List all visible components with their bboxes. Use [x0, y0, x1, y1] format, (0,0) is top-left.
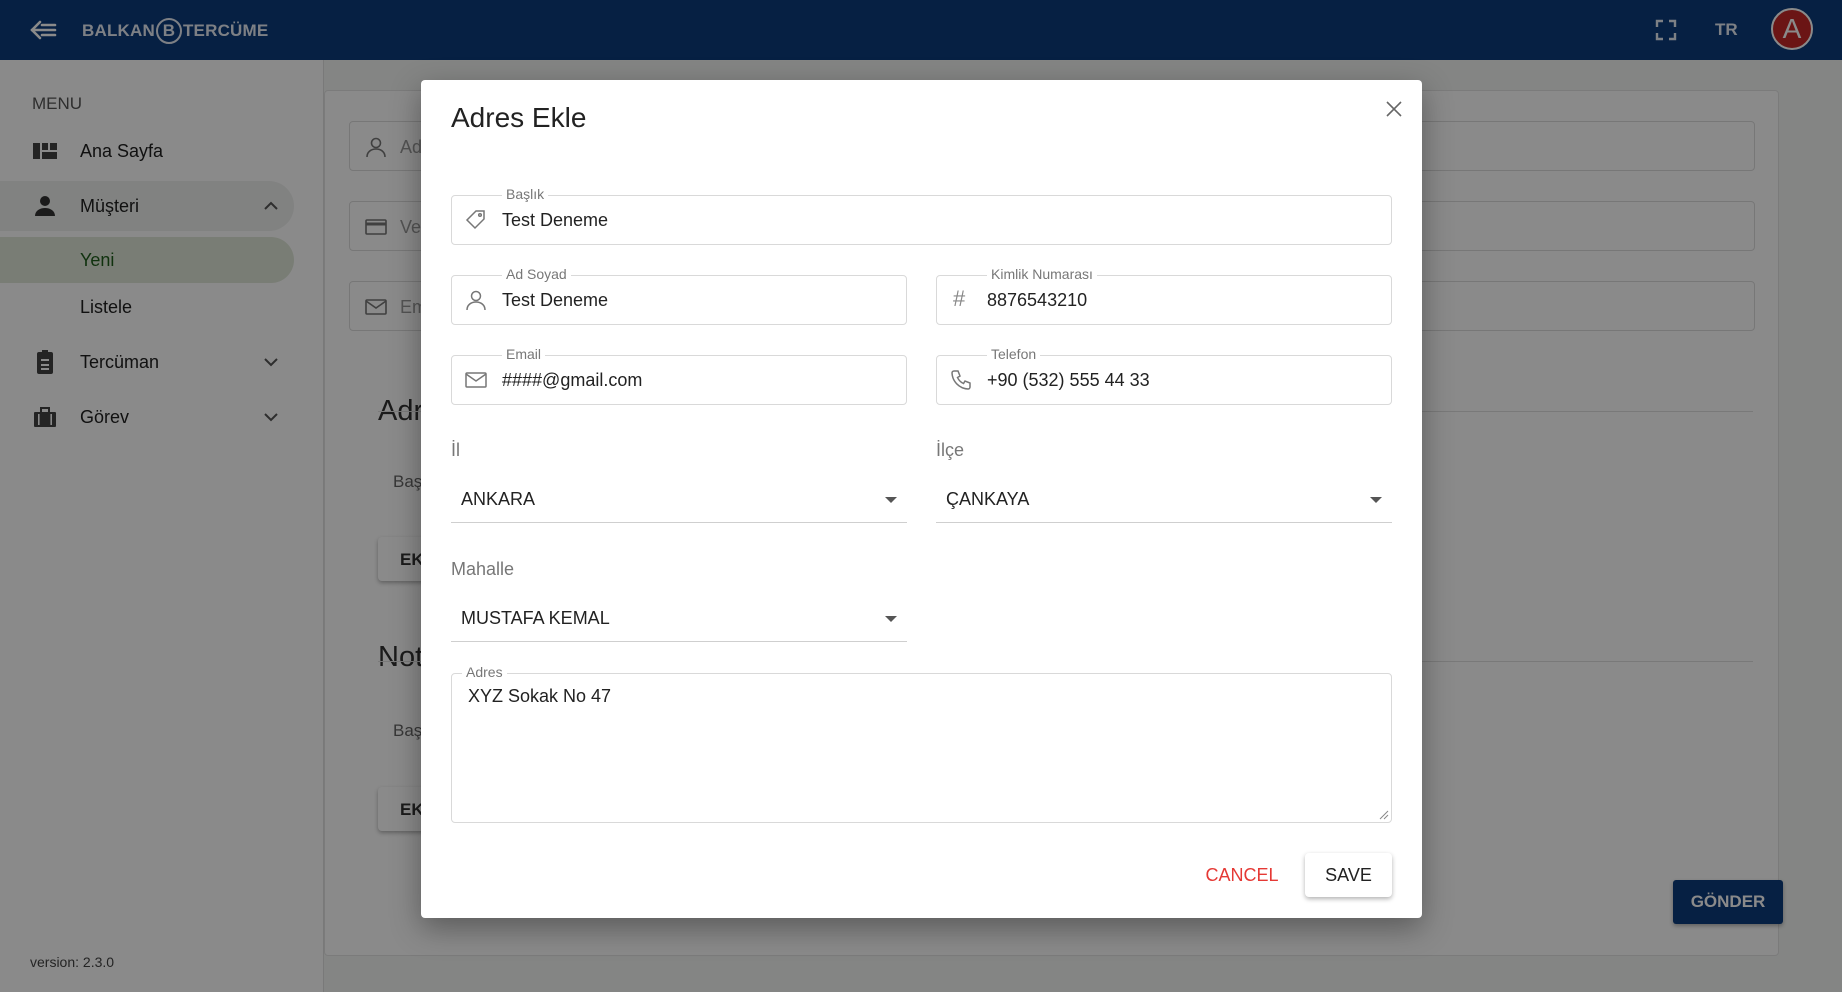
- email-field[interactable]: Email ####@gmail.com: [451, 346, 907, 405]
- field-label: Email: [502, 346, 546, 362]
- dropdown-arrow-icon: [885, 616, 897, 622]
- field-value: +90 (532) 555 44 33: [987, 370, 1150, 390]
- hash-icon: #: [953, 286, 966, 311]
- dropdown-arrow-icon: [1370, 497, 1382, 503]
- cancel-button[interactable]: CANCEL: [1202, 855, 1282, 895]
- field-label: Adres: [462, 664, 507, 680]
- field-value: XYZ Sokak No 47: [468, 686, 612, 706]
- province-label: İl: [451, 440, 460, 460]
- district-label: İlçe: [936, 440, 965, 460]
- province-select[interactable]: ANKARA: [451, 477, 907, 523]
- full-name-field[interactable]: Ad Soyad Test Deneme: [451, 266, 907, 325]
- mail-icon: [465, 372, 487, 388]
- field-value: Test Deneme: [502, 210, 609, 230]
- id-number-field[interactable]: # Kimlik Numarası 8876543210: [936, 266, 1392, 325]
- dropdown-arrow-icon: [885, 497, 897, 503]
- resize-handle-icon[interactable]: [1377, 808, 1389, 820]
- close-icon[interactable]: [1383, 98, 1405, 120]
- tag-icon: [465, 210, 485, 230]
- field-value: 8876543210: [987, 290, 1088, 310]
- phone-icon: [951, 370, 971, 390]
- field-value: Test Deneme: [502, 290, 609, 310]
- field-label: Başlık: [502, 186, 549, 202]
- address-textarea[interactable]: Adres XYZ Sokak No 47: [451, 664, 1392, 823]
- neighborhood-label: Mahalle: [451, 559, 515, 579]
- select-value: ANKARA: [461, 489, 536, 509]
- field-label: Ad Soyad: [502, 266, 571, 282]
- phone-field[interactable]: Telefon +90 (532) 555 44 33: [936, 346, 1392, 405]
- field-label: Kimlik Numarası: [987, 266, 1097, 282]
- add-address-dialog: Adres Ekle Başlık Test Deneme Ad Soyad T…: [421, 80, 1422, 918]
- select-value: MUSTAFA KEMAL: [461, 608, 610, 628]
- dialog-title: Adres Ekle: [451, 102, 587, 133]
- district-select[interactable]: ÇANKAYA: [936, 477, 1392, 523]
- select-value: ÇANKAYA: [946, 489, 1030, 509]
- person-icon: [466, 290, 486, 311]
- neighborhood-select[interactable]: MUSTAFA KEMAL: [451, 596, 907, 642]
- save-button[interactable]: SAVE: [1305, 853, 1392, 897]
- field-value: ####@gmail.com: [502, 370, 643, 390]
- field-label: Telefon: [987, 346, 1041, 362]
- title-field[interactable]: Başlık Test Deneme: [451, 186, 1392, 245]
